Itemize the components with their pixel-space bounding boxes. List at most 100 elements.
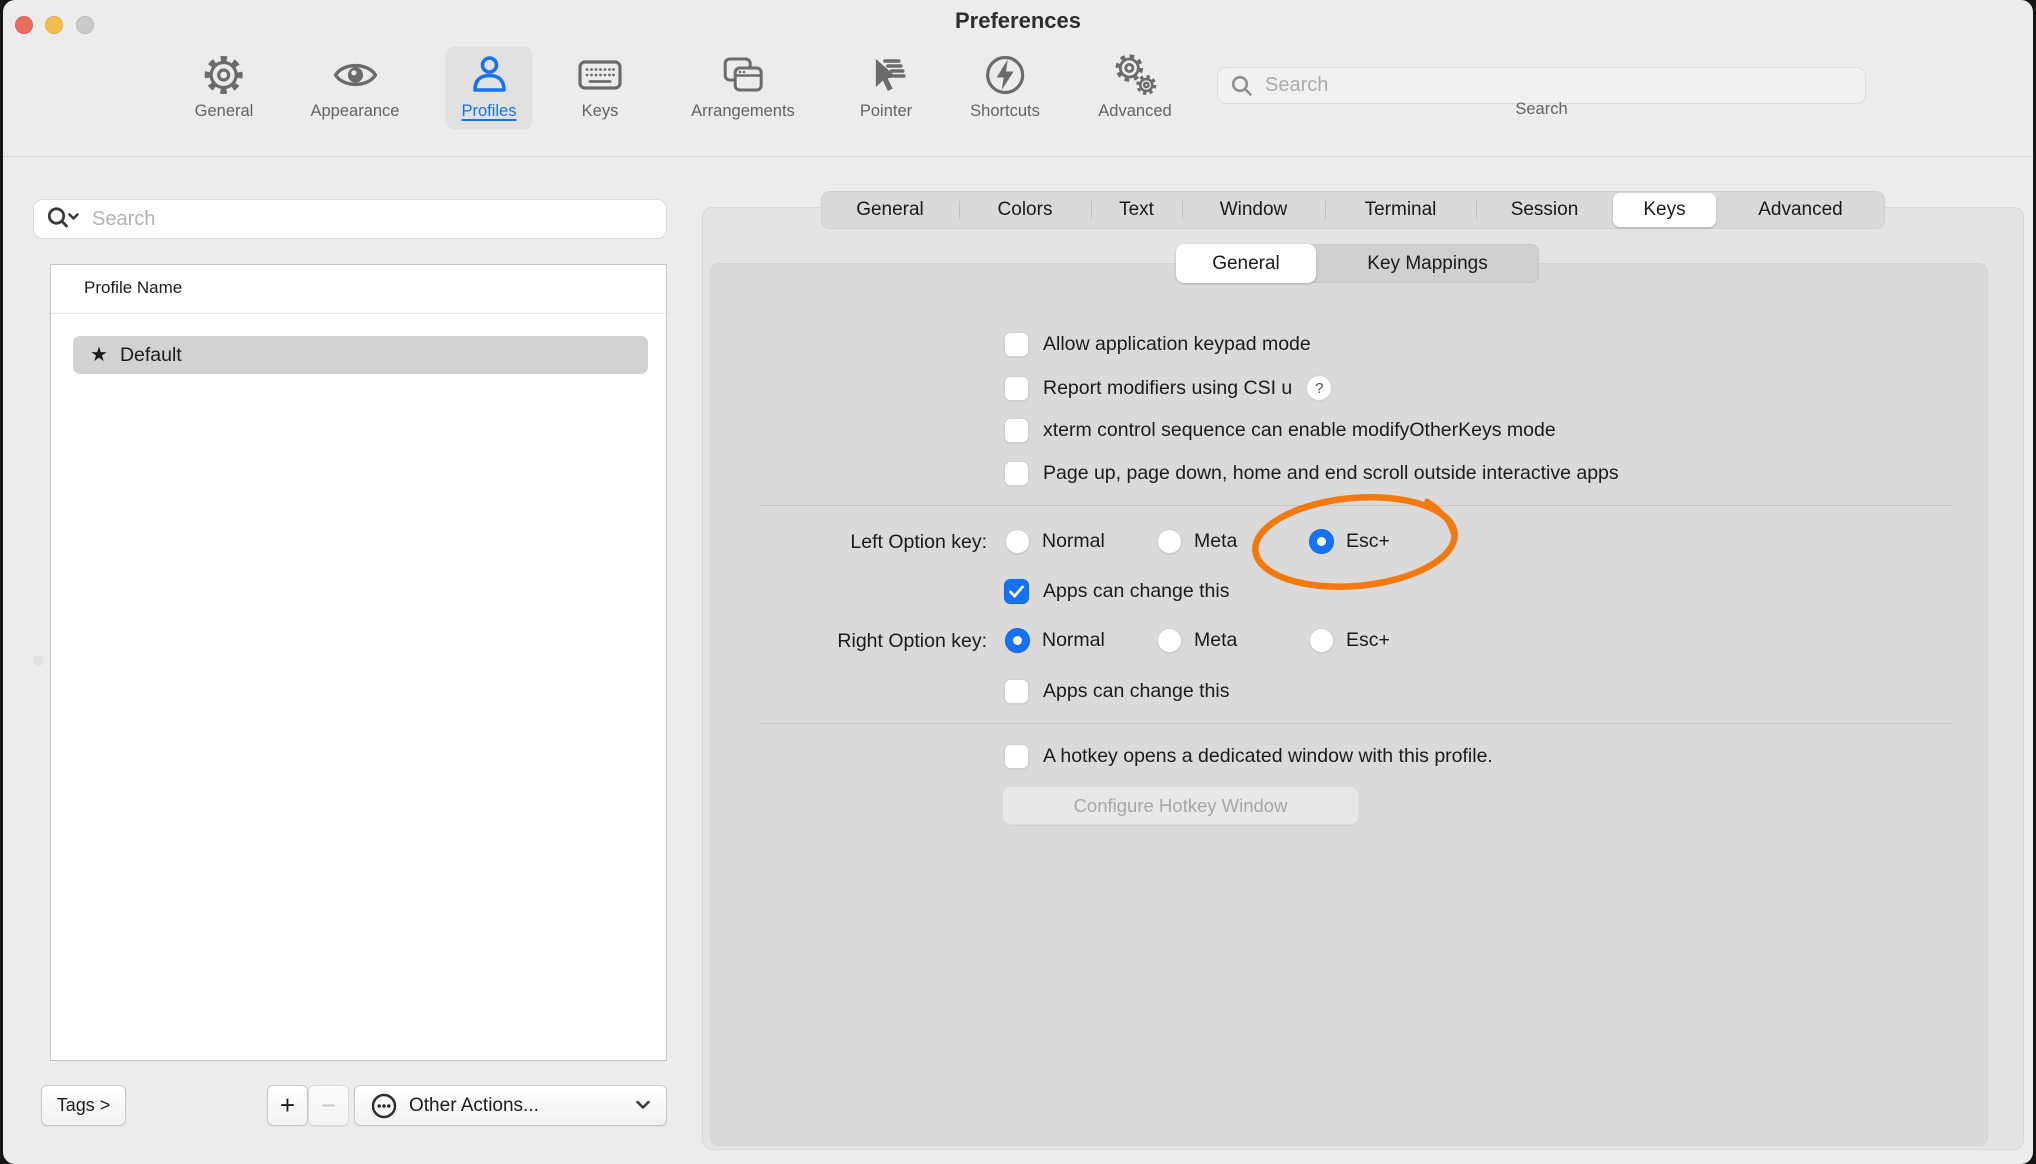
profile-row-default[interactable]: ★ Default	[73, 336, 648, 374]
checkbox-left-apps-can-change[interactable]	[1004, 579, 1029, 604]
checkbox-csi-u[interactable]	[1004, 376, 1029, 401]
checkbox-label: Apps can change this	[1043, 680, 1229, 703]
radio-left-esc[interactable]	[1309, 529, 1334, 554]
configure-hotkey-window-button[interactable]: Configure Hotkey Window	[1002, 786, 1359, 825]
remove-profile-button[interactable]: −	[308, 1085, 349, 1126]
radio-left-normal[interactable]	[1005, 529, 1030, 554]
radio-label: Normal	[1042, 530, 1105, 553]
checkbox-hotkey-window[interactable]	[1004, 744, 1029, 769]
section-divider	[759, 505, 1952, 506]
checkbox-scroll-outside-apps[interactable]	[1004, 461, 1029, 486]
gears-icon	[1112, 52, 1158, 98]
subtab-general[interactable]: General	[1176, 244, 1316, 283]
toolbar-item-appearance[interactable]: Appearance	[295, 46, 416, 130]
tab-session[interactable]: Session	[1476, 191, 1613, 229]
toolbar-item-general[interactable]: General	[179, 46, 270, 130]
apps-can-change-row: Apps can change this	[1004, 679, 1229, 704]
radio-left-esc-group: Esc+	[1309, 529, 1390, 554]
checkbox-row: Allow application keypad mode	[1004, 332, 1311, 357]
star-icon: ★	[90, 345, 108, 365]
tab-label: Terminal	[1365, 199, 1437, 221]
profile-tab-bar: General Colors Text Window Terminal Sess…	[821, 191, 1885, 229]
profile-list-header: Profile Name	[84, 278, 182, 298]
tab-label: Window	[1220, 199, 1288, 221]
toolbar-label: Advanced	[1098, 102, 1171, 121]
other-actions-dropdown[interactable]: Other Actions...	[354, 1085, 667, 1126]
cursor-icon	[863, 52, 909, 98]
profile-search-field[interactable]	[33, 199, 667, 239]
tab-general[interactable]: General	[821, 191, 959, 229]
toolbar-item-pointer[interactable]: Pointer	[844, 46, 928, 130]
checkbox-label: Apps can change this	[1043, 580, 1229, 603]
window-title: Preferences	[3, 8, 2033, 34]
radio-right-esc-group: Esc+	[1309, 628, 1390, 653]
radio-left-normal-group: Normal	[1005, 529, 1105, 554]
checkbox-modify-other-keys[interactable]	[1004, 418, 1029, 443]
help-button[interactable]: ?	[1306, 375, 1332, 401]
radio-right-meta[interactable]	[1157, 628, 1182, 653]
radio-left-meta[interactable]	[1157, 529, 1182, 554]
apps-can-change-row: Apps can change this	[1004, 579, 1229, 604]
radio-right-esc[interactable]	[1309, 628, 1334, 653]
toolbar-search-field[interactable]	[1217, 67, 1866, 104]
toolbar-search-caption: Search	[1217, 100, 1866, 119]
keyboard-icon	[577, 52, 623, 98]
checkbox-row: Report modifiers using CSI u ?	[1004, 375, 1332, 401]
radio-label: Meta	[1194, 530, 1237, 553]
hotkey-row: A hotkey opens a dedicated window with t…	[1004, 744, 1493, 769]
radio-right-normal-group: Normal	[1005, 628, 1105, 653]
profile-search-input[interactable]	[90, 207, 654, 232]
tab-label: Keys	[1643, 199, 1685, 221]
tab-label: Advanced	[1758, 199, 1843, 221]
other-actions-label: Other Actions...	[409, 1095, 636, 1117]
checkbox-keypad-mode[interactable]	[1004, 332, 1029, 357]
tab-text[interactable]: Text	[1091, 191, 1182, 229]
tab-advanced[interactable]: Advanced	[1716, 191, 1885, 229]
chevron-down-icon	[636, 1101, 650, 1110]
toolbar-label: Profiles	[461, 102, 516, 121]
tab-colors[interactable]: Colors	[959, 191, 1091, 229]
section-divider	[759, 723, 1952, 724]
checkbox-label: Report modifiers using CSI u	[1043, 377, 1292, 400]
tab-label: Text	[1119, 199, 1154, 221]
plus-icon: +	[280, 1090, 295, 1121]
toolbar-item-keys[interactable]: Keys	[561, 46, 639, 130]
radio-left-meta-group: Meta	[1157, 529, 1237, 554]
ellipsis-circle-icon	[369, 1091, 399, 1121]
windows-icon	[720, 52, 766, 98]
tab-label: General	[856, 199, 924, 221]
toolbar-item-advanced[interactable]: Advanced	[1082, 46, 1187, 130]
tab-keys[interactable]: Keys	[1613, 193, 1716, 227]
toolbar-item-shortcuts[interactable]: Shortcuts	[954, 46, 1056, 130]
list-header-divider	[51, 313, 666, 314]
tab-label: Session	[1511, 199, 1579, 221]
subtab-key-mappings[interactable]: Key Mappings	[1316, 244, 1539, 283]
checkbox-label: Allow application keypad mode	[1043, 333, 1311, 356]
toolbar-label: General	[195, 102, 254, 121]
toolbar-label: Pointer	[860, 102, 912, 121]
checkbox-label: Page up, page down, home and end scroll …	[1043, 462, 1619, 485]
tab-terminal[interactable]: Terminal	[1325, 191, 1476, 229]
toolbar-search-input[interactable]	[1263, 73, 1853, 98]
profile-name: Default	[120, 344, 182, 367]
checkbox-right-apps-can-change[interactable]	[1004, 679, 1029, 704]
search-icon	[1230, 74, 1254, 98]
radio-label: Normal	[1042, 629, 1105, 652]
radio-right-meta-group: Meta	[1157, 628, 1237, 653]
add-profile-button[interactable]: +	[267, 1085, 308, 1126]
divider-dot	[33, 655, 44, 666]
tab-window[interactable]: Window	[1182, 191, 1325, 229]
check-icon	[1005, 579, 1028, 604]
eye-icon	[332, 52, 378, 98]
radio-right-normal[interactable]	[1005, 628, 1030, 653]
lightning-icon	[982, 52, 1028, 98]
preferences-window: Preferences General Appearance Profiles	[3, 0, 2033, 1164]
toolbar-item-arrangements[interactable]: Arrangements	[675, 46, 811, 130]
tags-button[interactable]: Tags >	[41, 1085, 126, 1126]
profile-list: Profile Name ★ Default	[50, 264, 667, 1061]
gear-icon	[201, 52, 247, 98]
checkbox-row: xterm control sequence can enable modify…	[1004, 418, 1556, 443]
toolbar-item-profiles[interactable]: Profiles	[445, 46, 532, 130]
configure-hotkey-label: Configure Hotkey Window	[1074, 795, 1288, 817]
keys-general-panel	[710, 263, 1988, 1146]
